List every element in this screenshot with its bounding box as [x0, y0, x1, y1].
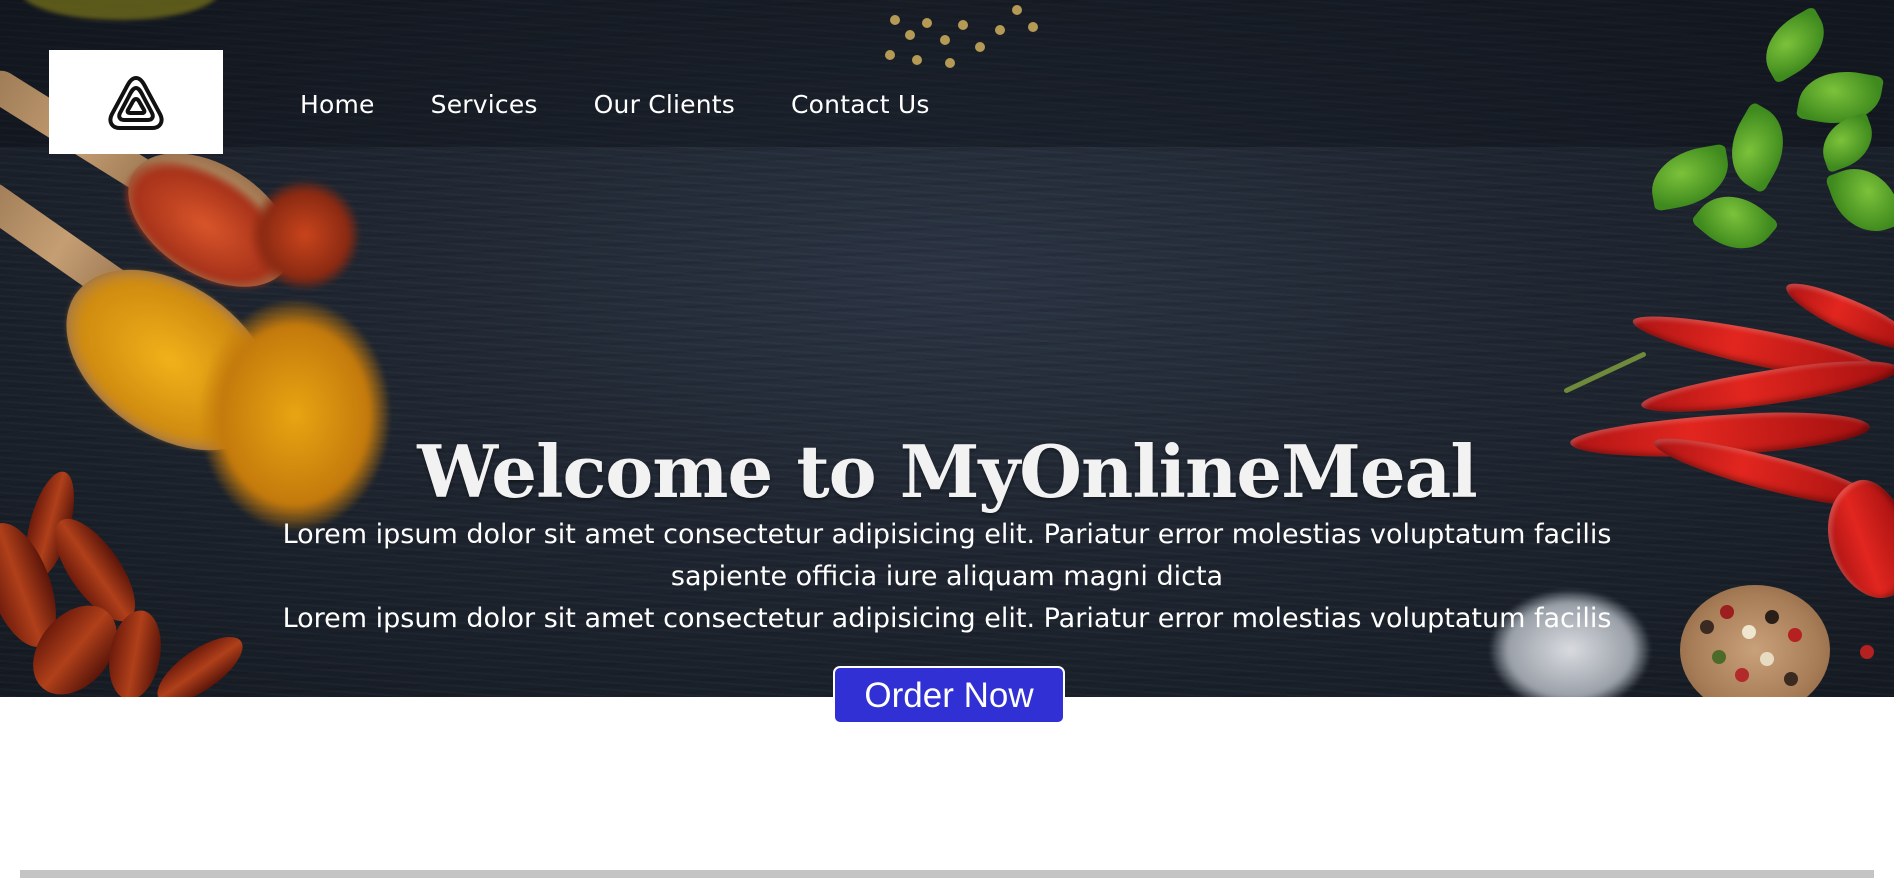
- nav-contact-us[interactable]: Contact Us: [791, 88, 930, 122]
- main-nav: Home Services Our Clients Contact Us: [300, 88, 986, 122]
- horizontal-scrollbar[interactable]: [20, 870, 1874, 878]
- hero-paragraph-1: Lorem ipsum dolor sit amet consectetur a…: [282, 519, 1612, 592]
- site-header: Home Services Our Clients Contact Us: [0, 0, 1894, 154]
- hero-paragraph-2: Lorem ipsum dolor sit amet consectetur a…: [282, 603, 1612, 634]
- triangle-loop-logo-icon: [108, 75, 164, 130]
- nav-services[interactable]: Services: [431, 88, 538, 122]
- nav-home[interactable]: Home: [300, 88, 375, 122]
- nav-our-clients[interactable]: Our Clients: [594, 88, 735, 122]
- logo-link[interactable]: [49, 50, 223, 154]
- page: Welcome to MyOnlineMeal Lorem ipsum dolo…: [0, 0, 1894, 878]
- hero-content: Welcome to MyOnlineMeal Lorem ipsum dolo…: [0, 430, 1894, 640]
- order-now-button[interactable]: Order Now: [833, 666, 1065, 724]
- hero-title: Welcome to MyOnlineMeal: [417, 429, 1477, 514]
